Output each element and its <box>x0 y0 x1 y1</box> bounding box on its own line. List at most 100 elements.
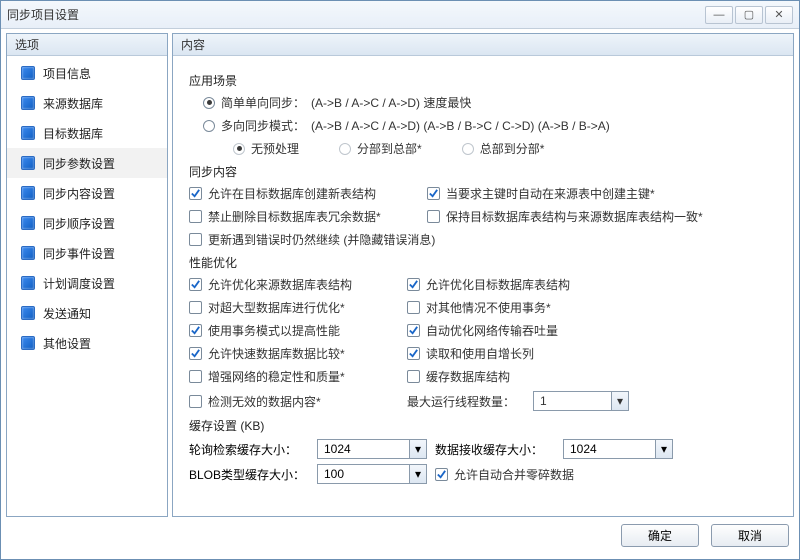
check-continue-on-error[interactable]: 更新遇到错误时仍然继续 (并隐藏错误消息) <box>189 231 687 248</box>
sidebar-panel: 选项 项目信息 来源数据库 目标数据库 同步参数设置 同步内容设置 同步顺序设置… <box>6 33 168 517</box>
sub-radio-label: 无预处理 <box>251 140 299 157</box>
poll-cache-label: 轮询检索缓存大小： <box>189 441 309 458</box>
performance-grid: 允许优化来源数据库表结构 允许优化目标数据库表结构 对超大型数据库进行优化* 对… <box>189 276 777 411</box>
check-opt-large-db[interactable]: 对超大型数据库进行优化* <box>189 299 389 316</box>
titlebar: 同步项目设置 — ▢ ✕ <box>1 1 799 29</box>
radio-icon <box>462 143 474 155</box>
max-threads-label: 最大运行线程数量： <box>407 393 515 410</box>
combo-value: 1024 <box>564 442 655 456</box>
radio-label: 多向同步模式： <box>221 117 305 134</box>
content-header: 内容 <box>173 34 793 56</box>
checkbox-icon <box>407 301 420 314</box>
sidebar-item-label: 项目信息 <box>43 65 91 82</box>
blob-cache-label: BLOB类型缓存大小： <box>189 466 309 483</box>
sidebar-item-schedule[interactable]: 计划调度设置 <box>7 268 167 298</box>
blob-cache-combo[interactable]: 100▾ <box>317 464 427 484</box>
checkbox-icon <box>189 347 202 360</box>
sub-radio-group: 无预处理 分部到总部* 总部到分部* <box>233 140 777 157</box>
sidebar-item-notify[interactable]: 发送通知 <box>7 298 167 328</box>
max-threads-combo[interactable]: 1 ▾ <box>533 391 629 411</box>
check-no-delete-redundant[interactable]: 禁止删除目标数据库表冗余数据* <box>189 208 409 225</box>
check-label: 对其他情况不使用事务* <box>426 299 551 316</box>
section-synccontent-title: 同步内容 <box>189 163 777 180</box>
checkbox-icon <box>407 370 420 383</box>
radio-simple-sync[interactable]: 简单单向同步： (A->B / A->C / A->D) 速度最快 <box>203 94 777 111</box>
sidebar-item-other[interactable]: 其他设置 <box>7 328 167 358</box>
maximize-button[interactable]: ▢ <box>735 6 763 24</box>
folder-icon <box>21 126 35 140</box>
checkbox-icon <box>427 210 440 223</box>
combo-value: 1024 <box>318 442 409 456</box>
sidebar-item-label: 来源数据库 <box>43 95 103 112</box>
sidebar-item-target-db[interactable]: 目标数据库 <box>7 118 167 148</box>
check-label: 读取和使用自增长列 <box>426 345 534 362</box>
check-read-autoincrement[interactable]: 读取和使用自增长列 <box>407 345 667 362</box>
cancel-button[interactable]: 取消 <box>711 524 789 547</box>
checkbox-icon <box>407 324 420 337</box>
sidebar-item-sync-content[interactable]: 同步内容设置 <box>7 178 167 208</box>
dialog-footer: 确定 取消 <box>1 517 799 553</box>
button-label: 确定 <box>648 527 672 544</box>
check-label: 允许优化目标数据库表结构 <box>426 276 570 293</box>
check-label: 缓存数据库结构 <box>426 368 510 385</box>
check-no-txn-other[interactable]: 对其他情况不使用事务* <box>407 299 667 316</box>
folder-icon <box>21 96 35 110</box>
sidebar-header: 选项 <box>7 34 167 56</box>
cache-row-1: 轮询检索缓存大小： 1024▾ 数据接收缓存大小： 1024▾ <box>189 439 777 459</box>
check-label: 使用事务模式以提高性能 <box>208 322 340 339</box>
sidebar-item-label: 同步顺序设置 <box>43 215 115 232</box>
check-opt-target-schema[interactable]: 允许优化目标数据库表结构 <box>407 276 667 293</box>
folder-icon <box>21 306 35 320</box>
radio-icon <box>203 97 215 109</box>
check-auto-merge-frag[interactable]: 允许自动合并零碎数据 <box>435 466 675 483</box>
folder-icon <box>21 246 35 260</box>
sidebar-list: 项目信息 来源数据库 目标数据库 同步参数设置 同步内容设置 同步顺序设置 同步… <box>7 56 167 516</box>
check-keep-schema-consistent[interactable]: 保持目标数据库表结构与来源数据库表结构一致* <box>427 208 687 225</box>
checkbox-icon <box>189 324 202 337</box>
window-controls: — ▢ ✕ <box>705 6 793 24</box>
folder-icon <box>21 186 35 200</box>
radio-icon <box>233 143 245 155</box>
sidebar-item-sync-params[interactable]: 同步参数设置 <box>7 148 167 178</box>
section-cache-title: 缓存设置 (KB) <box>189 417 777 434</box>
check-autocreate-pk[interactable]: 当要求主键时自动在来源表中创建主键* <box>427 185 687 202</box>
sidebar-item-sync-order[interactable]: 同步顺序设置 <box>7 208 167 238</box>
check-auto-net-throughput[interactable]: 自动优化网络传输吞吐量 <box>407 322 667 339</box>
sidebar-item-label: 同步参数设置 <box>43 155 115 172</box>
check-label: 更新遇到错误时仍然继续 (并隐藏错误消息) <box>208 231 435 248</box>
sub-radio-branch-to-hq: 分部到总部* <box>339 140 422 157</box>
max-threads-row: 最大运行线程数量： 1 ▾ <box>407 391 667 411</box>
check-create-target-schema[interactable]: 允许在目标数据库创建新表结构 <box>189 185 409 202</box>
check-fast-data-compare[interactable]: 允许快速数据库数据比较* <box>189 345 389 362</box>
checkbox-icon <box>189 233 202 246</box>
radio-label: 简单单向同步： <box>221 94 305 111</box>
check-opt-source-schema[interactable]: 允许优化来源数据库表结构 <box>189 276 389 293</box>
synccontent-grid: 允许在目标数据库创建新表结构 当要求主键时自动在来源表中创建主键* 禁止删除目标… <box>189 185 777 248</box>
checkbox-icon <box>189 370 202 383</box>
check-cache-schema[interactable]: 缓存数据库结构 <box>407 368 667 385</box>
ok-button[interactable]: 确定 <box>621 524 699 547</box>
combo-value: 100 <box>318 467 409 481</box>
sidebar-item-project-info[interactable]: 项目信息 <box>7 58 167 88</box>
check-use-txn-mode[interactable]: 使用事务模式以提高性能 <box>189 322 389 339</box>
sidebar-item-source-db[interactable]: 来源数据库 <box>7 88 167 118</box>
recv-cache-combo[interactable]: 1024▾ <box>563 439 673 459</box>
sub-radio-label: 分部到总部* <box>357 140 422 157</box>
minimize-button[interactable]: — <box>705 6 733 24</box>
sub-radio-hq-to-branch: 总部到分部* <box>462 140 545 157</box>
radio-icon <box>203 120 215 132</box>
checkbox-icon <box>189 395 202 408</box>
content-body: 应用场景 简单单向同步： (A->B / A->C / A->D) 速度最快 多… <box>173 56 793 516</box>
checkbox-icon <box>189 301 202 314</box>
check-label: 禁止删除目标数据库表冗余数据* <box>208 208 381 225</box>
poll-cache-combo[interactable]: 1024▾ <box>317 439 427 459</box>
cache-row-2: BLOB类型缓存大小： 100▾ 允许自动合并零碎数据 <box>189 464 777 484</box>
chevron-down-icon: ▾ <box>611 392 628 410</box>
sidebar-item-label: 同步内容设置 <box>43 185 115 202</box>
check-detect-invalid[interactable]: 检测无效的数据内容* <box>189 391 389 411</box>
check-net-stability[interactable]: 增强网络的稳定性和质量* <box>189 368 389 385</box>
radio-multi-sync[interactable]: 多向同步模式： (A->B / A->C / A->D) (A->B / B->… <box>203 117 777 134</box>
close-button[interactable]: ✕ <box>765 6 793 24</box>
folder-icon <box>21 216 35 230</box>
sidebar-item-sync-events[interactable]: 同步事件设置 <box>7 238 167 268</box>
